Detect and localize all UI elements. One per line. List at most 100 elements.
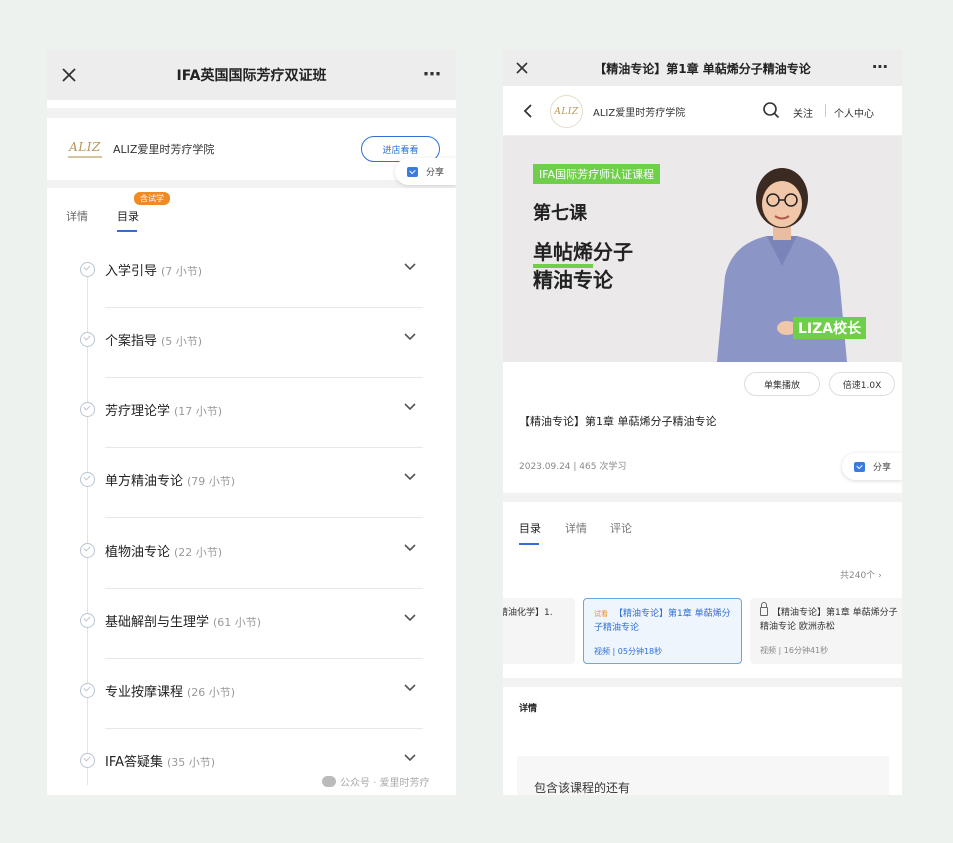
tab-details[interactable]: 详情 xyxy=(66,208,88,224)
chevron-down-icon[interactable] xyxy=(404,473,416,481)
divider xyxy=(47,180,456,188)
lesson-duration: 视频 | 05分钟18秒 xyxy=(594,647,663,656)
video-player[interactable]: IFA国际芳疗师认证课程 第七课 单帖烯分子 精油专论 LIZA校长 xyxy=(503,136,902,362)
check-circle-icon xyxy=(80,683,95,698)
search-icon[interactable] xyxy=(762,101,780,119)
store-name: ALIZ爱里时芳疗学院 xyxy=(113,143,215,156)
close-icon[interactable] xyxy=(59,65,79,85)
chevron-down-icon[interactable] xyxy=(404,544,416,552)
active-tab-indicator xyxy=(519,543,539,545)
share-icon xyxy=(854,461,865,472)
lesson-duration: 视频 | 16分钟41秒 xyxy=(760,646,829,655)
catalog-item-count: (35 小节) xyxy=(167,756,216,769)
check-circle-icon xyxy=(80,402,95,417)
close-icon[interactable] xyxy=(513,59,531,77)
details-heading: 详情 xyxy=(519,704,538,714)
trial-badge: 含试学 xyxy=(134,192,170,205)
divider xyxy=(503,678,902,687)
catalog-item-name: 基础解剖与生理学 xyxy=(105,615,210,630)
lesson-title: 【精油专论】第1章 单萜烯分子精油专论 xyxy=(519,415,717,428)
check-circle-icon xyxy=(80,613,95,628)
follow-button[interactable]: 关注 xyxy=(793,105,813,120)
hero-title-line1: 单帖烯分子 xyxy=(533,236,633,268)
active-tab-indicator xyxy=(117,230,137,232)
chevron-down-icon[interactable] xyxy=(404,263,416,271)
right-page-title: 【精油专论】第1章 单萜烯分子精油专论 xyxy=(594,61,811,76)
left-title-bar: IFA英国国际芳疗双证班 ⋯ xyxy=(47,50,456,100)
back-arrow-icon[interactable] xyxy=(523,103,533,119)
chevron-down-icon[interactable] xyxy=(404,684,416,692)
right-phone-screen: 【精油专论】第1章 单萜烯分子精油专论 ⋯ ALIZ ALIZ爱里时芳疗学院 关… xyxy=(503,50,902,795)
catalog-item-count: (22 小节) xyxy=(174,546,223,559)
catalog-item[interactable]: 入学引导 (7 小节) xyxy=(47,253,456,323)
store-logo: ALIZ xyxy=(550,95,583,128)
check-circle-icon xyxy=(80,543,95,558)
check-circle-icon xyxy=(80,262,95,277)
tab-details[interactable]: 详情 xyxy=(565,520,587,536)
share-button[interactable]: 分享 xyxy=(395,158,456,185)
lesson-meta: 2023.09.24 | 465 次学习 xyxy=(519,462,627,472)
catalog-item-name: 专业按摩课程 xyxy=(105,685,184,700)
catalog-item-name: 入学引导 xyxy=(105,264,158,279)
catalog-item-name: 芳疗理论学 xyxy=(105,404,171,419)
tab-catalog[interactable]: 目录 xyxy=(519,520,541,536)
chevron-right-icon: › xyxy=(878,571,882,581)
chevron-down-icon[interactable] xyxy=(404,333,416,341)
catalog-item-name: 个案指导 xyxy=(105,334,158,349)
catalog-item-count: (61 小节) xyxy=(213,616,262,629)
catalog-item-count: (79 小节) xyxy=(187,475,236,488)
related-courses-heading: 包含该课程的还有 xyxy=(534,781,631,795)
store-name[interactable]: ALIZ爱里时芳疗学院 xyxy=(593,104,685,119)
lesson-number: 第七课 xyxy=(533,203,587,224)
left-page-title: IFA英国国际芳疗双证班 xyxy=(176,68,327,84)
store-logo: ALIZ xyxy=(67,134,103,164)
catalog-item-count: (5 小节) xyxy=(161,335,203,348)
more-icon[interactable]: ⋯ xyxy=(872,57,888,76)
catalog-item[interactable]: 基础解剖与生理学 (61 小节) xyxy=(47,604,456,674)
personal-center-link[interactable]: 个人中心 xyxy=(834,105,874,120)
chevron-down-icon[interactable] xyxy=(404,403,416,411)
catalog-item-count: (7 小节) xyxy=(161,265,203,278)
divider xyxy=(47,108,456,118)
related-courses-box: 包含该课程的还有 xyxy=(517,756,889,795)
share-icon xyxy=(407,166,418,177)
left-phone-screen: IFA英国国际芳疗双证班 ⋯ ALIZ ALIZ爱里时芳疗学院 进店看看 分享 … xyxy=(47,50,456,795)
catalog-item-count: (17 小节) xyxy=(174,405,223,418)
speed-button[interactable]: 倍速1.0X xyxy=(829,372,895,396)
total-count-link[interactable]: 共240个 › xyxy=(840,568,882,581)
check-circle-icon xyxy=(80,472,95,487)
catalog-item[interactable]: 个案指导 (5 小节) xyxy=(47,323,456,393)
chevron-down-icon[interactable] xyxy=(404,614,416,622)
check-circle-icon xyxy=(80,753,95,768)
lesson-card-selected[interactable]: 试看 【精油专论】第1章 单萜烯分子精油专论 视频 | 05分钟18秒 xyxy=(583,598,742,664)
instructor-name-tag: LIZA校长 xyxy=(793,317,867,339)
lesson-card[interactable]: 精油化学】1. xyxy=(503,598,575,664)
divider xyxy=(503,493,902,502)
more-icon[interactable]: ⋯ xyxy=(423,64,442,85)
catalog-item-name: 单方精油专论 xyxy=(105,474,184,489)
store-nav-bar: ALIZ ALIZ爱里时芳疗学院 关注 个人中心 xyxy=(503,86,902,136)
left-tabs: 详情 目录 含试学 xyxy=(47,188,456,240)
tab-comments[interactable]: 评论 xyxy=(610,520,632,536)
watermark: 公众号 · 爱里时芳疗 xyxy=(322,774,430,789)
trial-tag: 试看 xyxy=(594,610,608,618)
share-label: 分享 xyxy=(426,168,445,178)
wechat-icon xyxy=(322,776,336,787)
hero-title-line2: 精油专论 xyxy=(533,268,613,292)
catalog-item-count: (26 小节) xyxy=(187,686,236,699)
course-tag: IFA国际芳疗师认证课程 xyxy=(533,164,661,184)
catalog-item[interactable]: 植物油专论 (22 小节) xyxy=(47,534,456,604)
share-label: 分享 xyxy=(873,463,892,473)
single-play-button[interactable]: 单集播放 xyxy=(744,372,820,396)
lesson-card[interactable]: 【精油专论】第1章 单萜烯分子精油专论 欧洲赤松 视频 | 16分钟41秒 xyxy=(750,598,902,664)
lock-icon xyxy=(760,602,768,616)
catalog-item[interactable]: 单方精油专论 (79 小节) xyxy=(47,463,456,533)
share-button[interactable]: 分享 xyxy=(842,453,902,480)
check-circle-icon xyxy=(80,332,95,347)
catalog-item-name: 植物油专论 xyxy=(105,545,171,560)
right-title-bar: 【精油专论】第1章 单萜烯分子精油专论 ⋯ xyxy=(503,50,902,86)
catalog-item[interactable]: 专业按摩课程 (26 小节) xyxy=(47,674,456,744)
chevron-down-icon[interactable] xyxy=(404,754,416,762)
catalog-item[interactable]: 芳疗理论学 (17 小节) xyxy=(47,393,456,463)
tab-catalog[interactable]: 目录 xyxy=(117,208,139,224)
